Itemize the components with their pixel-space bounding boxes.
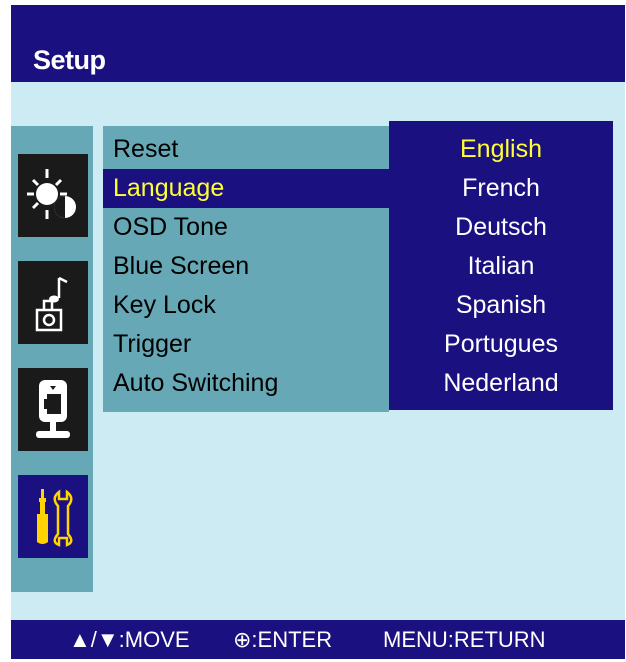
- option-french[interactable]: French: [389, 169, 613, 208]
- sidebar-item-display[interactable]: [18, 368, 88, 451]
- sidebar-item-setup[interactable]: [18, 475, 88, 558]
- hint-return: MENU:RETURN: [383, 627, 546, 652]
- menu-item-blue-screen[interactable]: Blue Screen: [103, 247, 389, 286]
- footer-hint-bar: ▲/▼:MOVE ⊕:ENTER MENU:RETURN: [11, 620, 625, 659]
- setup-tools-icon: [37, 488, 73, 547]
- menu-item-key-lock[interactable]: Key Lock: [103, 286, 389, 325]
- osd-window: Setup Reset Language OSD Tone Blue Scree…: [11, 5, 625, 659]
- option-nederland[interactable]: Nederland: [389, 364, 613, 403]
- menu-item-auto-switching[interactable]: Auto Switching: [103, 364, 389, 403]
- option-portugues[interactable]: Portugues: [389, 325, 613, 364]
- menu-item-osd-tone[interactable]: OSD Tone: [103, 208, 389, 247]
- page-title: Setup: [33, 45, 106, 75]
- brightness-contrast-icon: [27, 168, 76, 219]
- option-deutsch[interactable]: Deutsch: [389, 208, 613, 247]
- setup-menu: Reset Language OSD Tone Blue Screen Key …: [103, 126, 389, 412]
- option-spanish[interactable]: Spanish: [389, 286, 613, 325]
- menu-item-trigger[interactable]: Trigger: [103, 325, 389, 364]
- language-options: English French Deutsch Italian Spanish P…: [389, 121, 613, 410]
- menu-item-language[interactable]: Language: [103, 169, 389, 208]
- hint-enter: ⊕:ENTER: [233, 627, 333, 652]
- display-position-icon: [36, 379, 70, 438]
- menu-item-reset[interactable]: Reset: [103, 130, 389, 169]
- sidebar-item-audio[interactable]: [18, 261, 88, 344]
- option-italian[interactable]: Italian: [389, 247, 613, 286]
- header-bar: Setup: [11, 5, 625, 82]
- sidebar: [11, 126, 93, 592]
- hint-move: ▲/▼:MOVE: [69, 627, 190, 652]
- option-english[interactable]: English: [389, 130, 613, 169]
- audio-icon: [35, 276, 68, 331]
- sidebar-item-picture[interactable]: [18, 154, 88, 237]
